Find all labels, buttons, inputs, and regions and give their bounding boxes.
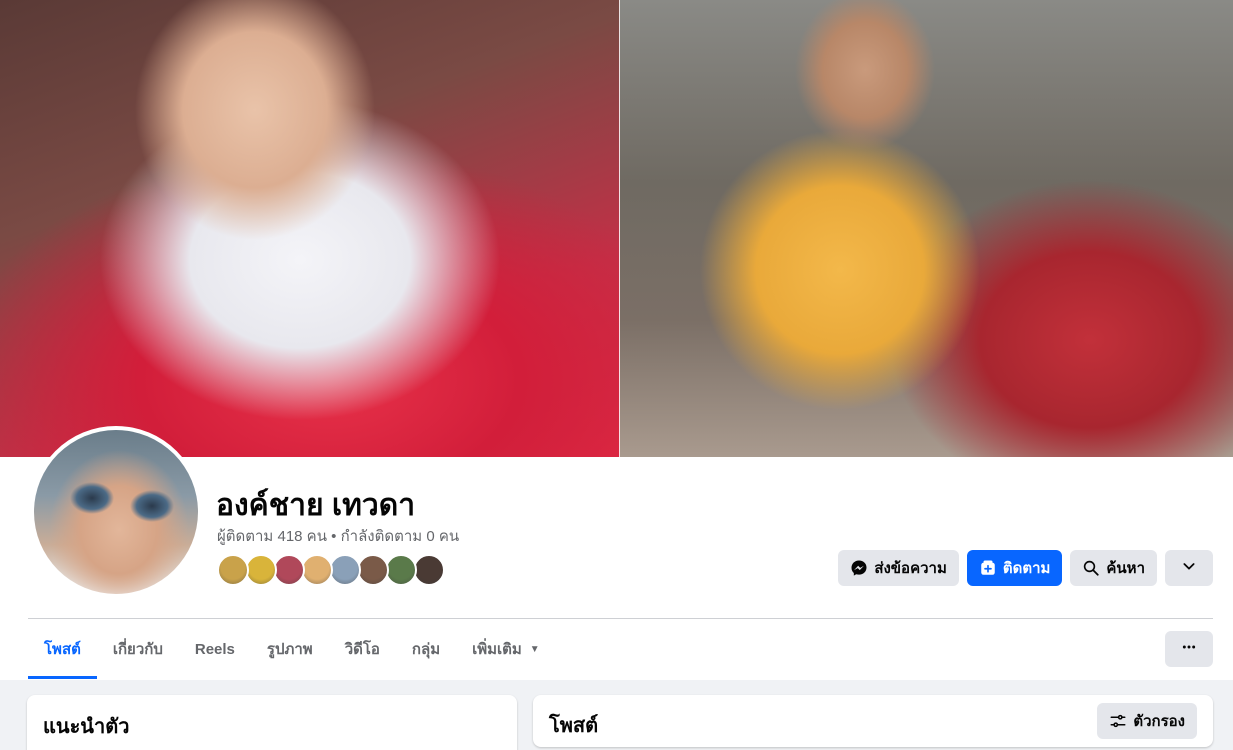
send-message-label: ส่งข้อความ [874, 560, 947, 577]
filter-icon [1109, 712, 1127, 730]
stats-separator: • [331, 528, 337, 545]
friend-avatar[interactable] [329, 554, 361, 586]
following-count[interactable]: กำลังติดตาม 0 คน [341, 528, 460, 545]
tab-about-label: เกี่ยวกับ [112, 641, 163, 658]
follow-label: ติดตาม [1002, 560, 1051, 577]
chevron-down-icon [1181, 558, 1197, 578]
cover-photo[interactable] [0, 0, 1233, 457]
posts-card: โพสต์ ตัวกรอง [533, 695, 1213, 747]
profile-actions: ส่งข้อความ ติดตาม ค้นหา [838, 550, 1213, 586]
tab-more-label: เพิ่มเติม [472, 641, 522, 658]
friend-avatar[interactable] [413, 554, 445, 586]
profile-avatar[interactable] [30, 426, 202, 598]
send-message-button[interactable]: ส่งข้อความ [838, 550, 959, 586]
friend-avatar[interactable] [217, 554, 249, 586]
messenger-icon [850, 559, 868, 577]
profile-tabs: โพสต์ เกี่ยวกับ Reels รูปภาพ วิดีโอ กลุ่… [28, 619, 556, 679]
friend-avatar[interactable] [385, 554, 417, 586]
profile-page: องค์ชาย เทวดา ผู้ติดตาม 418 คน • กำลังติ… [0, 0, 1233, 750]
more-options-dropdown-button[interactable] [1165, 550, 1213, 586]
friend-avatar[interactable] [245, 554, 277, 586]
follow-button[interactable]: ติดตาม [966, 550, 1063, 586]
intro-card: แนะนำตัว [27, 695, 517, 750]
tab-photos-label: รูปภาพ [266, 641, 313, 658]
search-icon [1082, 559, 1100, 577]
tab-more[interactable]: เพิ่มเติม ▼ [456, 619, 556, 679]
friends-avatar-row [217, 554, 445, 586]
cover-photo-left-image [0, 0, 620, 457]
ellipsis-icon [1181, 639, 1197, 660]
tab-reels[interactable]: Reels [179, 619, 251, 679]
search-label: ค้นหา [1106, 560, 1145, 577]
tab-photos[interactable]: รูปภาพ [251, 619, 329, 679]
search-button[interactable]: ค้นหา [1070, 550, 1157, 586]
profile-name: องค์ชาย เทวดา [216, 489, 416, 522]
intro-title: แนะนำตัว [43, 716, 130, 738]
profile-avatar-image [34, 430, 198, 594]
tab-reels-label: Reels [194, 640, 235, 658]
tab-posts[interactable]: โพสต์ [28, 619, 97, 679]
follow-stats: ผู้ติดตาม 418 คน • กำลังติดตาม 0 คน [217, 524, 459, 548]
tab-about[interactable]: เกี่ยวกับ [97, 619, 179, 679]
friend-avatar[interactable] [357, 554, 389, 586]
tab-videos-label: วิดีโอ [344, 641, 380, 658]
filter-button[interactable]: ตัวกรอง [1097, 703, 1197, 739]
filter-label: ตัวกรอง [1133, 713, 1185, 730]
followers-count[interactable]: ผู้ติดตาม 418 คน [217, 528, 327, 545]
tab-groups[interactable]: กลุ่ม [396, 619, 456, 679]
tab-videos[interactable]: วิดีโอ [329, 619, 396, 679]
tabs-more-button[interactable] [1165, 631, 1213, 667]
tab-posts-label: โพสต์ [44, 641, 81, 658]
friend-avatar[interactable] [273, 554, 305, 586]
posts-title: โพสต์ [549, 715, 599, 737]
friend-avatar[interactable] [301, 554, 333, 586]
tab-groups-label: กลุ่ม [411, 641, 441, 658]
cover-photo-right-image [620, 0, 1233, 457]
follow-icon [979, 559, 997, 577]
caret-down-icon: ▼ [529, 643, 540, 655]
